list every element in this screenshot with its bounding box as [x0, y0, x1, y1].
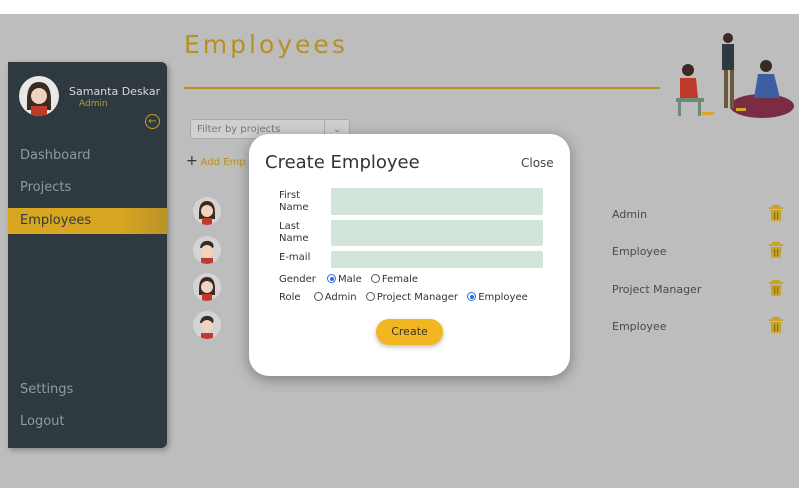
email-field[interactable]: [331, 251, 543, 268]
user-role: Admin: [79, 99, 108, 109]
gender-label: Gender: [279, 274, 316, 285]
radio-icon: [313, 292, 323, 301]
top-strip: [0, 0, 799, 14]
team-illustration: [676, 33, 794, 118]
sidebar-item-employees[interactable]: Employees: [8, 208, 167, 234]
add-employee-label: Add Emp: [200, 157, 246, 168]
modal-title: Create Employee: [265, 152, 420, 173]
page-title: Employees: [184, 30, 348, 59]
role-row: Role Admin Project Manager Employee: [279, 292, 528, 303]
first-name-field[interactable]: [331, 188, 543, 215]
employee-avatar: [193, 197, 221, 225]
radio-icon: [365, 292, 375, 301]
trash-icon[interactable]: [769, 205, 783, 221]
first-name-label: First Name: [279, 190, 309, 213]
sidebar-item-projects[interactable]: Projects: [8, 175, 167, 201]
employee-avatar: [193, 236, 221, 264]
last-name-field[interactable]: [331, 220, 543, 246]
role-label: Role: [279, 292, 301, 303]
employee-role: Admin: [612, 208, 648, 221]
employee-role: Project Manager: [612, 283, 702, 296]
gender-option-female[interactable]: Female: [370, 274, 418, 285]
sidebar: Samanta Deskar Admin ← Dashboard Project…: [8, 62, 167, 448]
gender-row: Gender Male Female: [279, 274, 418, 285]
radio-icon: [370, 274, 380, 283]
plus-icon: +: [186, 153, 198, 169]
trash-icon[interactable]: [769, 242, 783, 258]
radio-selected-icon: [327, 274, 337, 283]
employee-avatar: [193, 311, 221, 339]
trash-icon[interactable]: [769, 317, 783, 333]
close-button[interactable]: Close: [521, 156, 554, 170]
gender-option-male[interactable]: Male: [327, 274, 362, 285]
radio-selected-icon: [467, 292, 477, 301]
user-name: Samanta Deskar: [69, 85, 161, 98]
arrow-left-circle-icon[interactable]: ←: [145, 114, 160, 129]
create-employee-modal: Create Employee Close First Name Last Na…: [249, 134, 570, 376]
avatar: [19, 76, 59, 116]
role-option-project-manager[interactable]: Project Manager: [365, 292, 458, 303]
email-label: E-mail: [279, 252, 311, 263]
sidebar-item-dashboard[interactable]: Dashboard: [8, 143, 167, 169]
employee-role: Employee: [612, 320, 667, 333]
create-button[interactable]: Create: [376, 319, 443, 345]
sidebar-item-settings[interactable]: Settings: [8, 377, 167, 403]
role-option-admin[interactable]: Admin: [313, 292, 357, 303]
last-name-label: Last Name: [279, 221, 309, 244]
employee-avatar: [193, 273, 221, 301]
add-employee-link[interactable]: + Add Emp: [186, 153, 246, 169]
title-underline: [184, 87, 660, 89]
employee-role: Employee: [612, 245, 667, 258]
sidebar-item-logout[interactable]: Logout: [8, 409, 167, 435]
role-option-employee[interactable]: Employee: [467, 292, 528, 303]
trash-icon[interactable]: [769, 280, 783, 296]
